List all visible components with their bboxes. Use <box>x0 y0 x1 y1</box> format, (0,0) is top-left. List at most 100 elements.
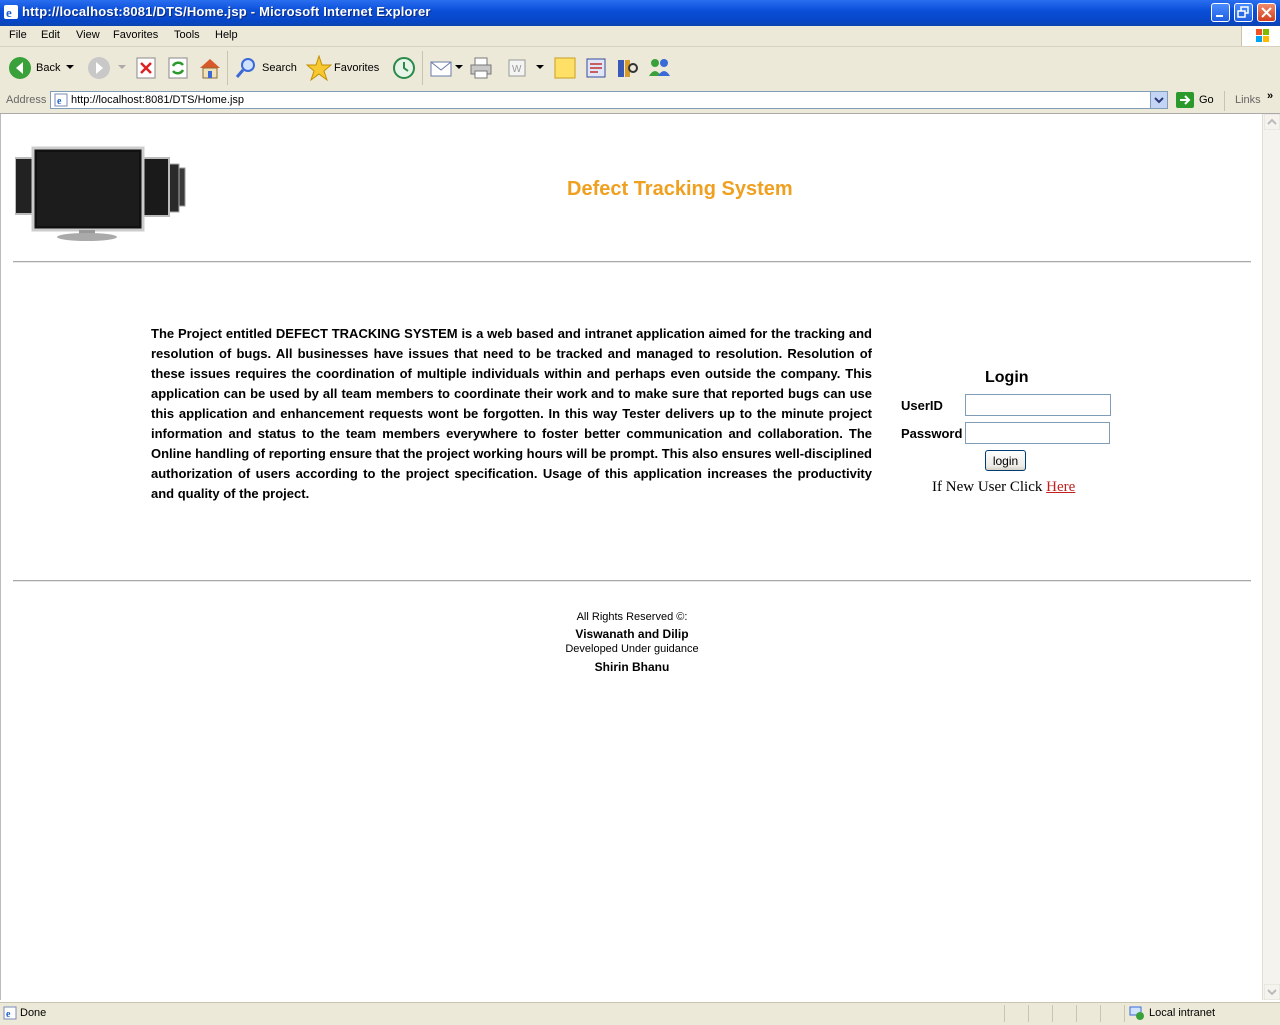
go-label: Go <box>1199 94 1214 106</box>
menu-bar: File Edit View Favorites Tools Help <box>0 26 1280 47</box>
standard-toolbar: Back Search Favorites W <box>0 47 1280 90</box>
intranet-zone-icon <box>1129 1006 1144 1020</box>
toolbar-separator <box>227 51 228 85</box>
footer-guidance: Developed Under guidance <box>565 643 699 655</box>
status-text: Done <box>20 1007 47 1019</box>
back-arrow-icon <box>9 57 31 79</box>
userid-input[interactable] <box>965 394 1111 416</box>
users-button[interactable] <box>647 56 673 83</box>
window-title-bar[interactable]: e http://localhost:8081/DTS/Home.jsp - M… <box>0 0 1280 26</box>
register-here-link[interactable]: Here <box>1046 479 1075 495</box>
page-icon: e <box>54 93 68 107</box>
messenger-button[interactable] <box>584 56 608 83</box>
forward-dropdown-icon[interactable] <box>118 65 126 71</box>
print-button[interactable] <box>469 56 493 83</box>
login-title: Login <box>985 369 1029 386</box>
back-button[interactable] <box>8 56 32 83</box>
history-icon <box>393 57 415 79</box>
favorites-label[interactable]: Favorites <box>334 62 379 74</box>
menu-edit[interactable]: Edit <box>41 29 60 41</box>
books-icon <box>618 60 638 77</box>
status-separator <box>1004 1005 1005 1022</box>
mail-button[interactable] <box>430 57 454 82</box>
favorites-button[interactable] <box>305 54 333 84</box>
header-divider <box>13 261 1251 263</box>
print-icon <box>470 57 492 79</box>
close-icon <box>1261 7 1272 18</box>
window-title: http://localhost:8081/DTS/Home.jsp - Mic… <box>22 4 431 19</box>
menu-help[interactable]: Help <box>215 29 238 41</box>
page-done-icon: e <box>3 1006 17 1020</box>
chevron-down-icon <box>1154 97 1164 104</box>
menu-view[interactable]: View <box>76 29 100 41</box>
footer-rights: All Rights Reserved ©: <box>576 611 688 623</box>
stop-icon <box>136 57 156 79</box>
status-bar: e Done Local intranet <box>0 1002 1280 1025</box>
links-label[interactable]: Links <box>1235 94 1261 106</box>
address-input[interactable]: e http://localhost:8081/DTS/Home.jsp <box>50 91 1168 109</box>
go-button[interactable]: Go <box>1176 92 1214 111</box>
svg-text:e: e <box>6 1009 11 1020</box>
refresh-button[interactable] <box>168 57 188 82</box>
menu-favorites[interactable]: Favorites <box>113 29 158 41</box>
minimize-icon <box>1216 15 1223 17</box>
svg-text:e: e <box>57 96 62 107</box>
page-content: Defect Tracking System The Project entit… <box>0 114 1263 1000</box>
ie-icon: e <box>4 5 18 19</box>
address-dropdown-button[interactable] <box>1150 92 1167 108</box>
new-user-text: If New User Click Here <box>932 479 1075 496</box>
zone-text: Local intranet <box>1149 1007 1216 1019</box>
project-description: The Project entitled DEFECT TRACKING SYS… <box>151 326 872 501</box>
new-user-prompt: If New User Click <box>932 479 1043 495</box>
scroll-up-icon[interactable] <box>1264 114 1280 130</box>
home-button[interactable] <box>198 56 222 83</box>
status-separator <box>1052 1005 1053 1022</box>
address-label: Address <box>6 94 47 106</box>
status-separator <box>1028 1005 1029 1022</box>
footer-guide: Shirin Bhanu <box>594 660 670 674</box>
history-button[interactable] <box>392 56 416 83</box>
edit-button[interactable]: W <box>506 57 528 82</box>
restore-icon <box>1237 6 1249 18</box>
go-arrow-icon <box>1176 92 1194 108</box>
monitors-logo <box>15 146 186 241</box>
forward-button[interactable] <box>87 56 111 83</box>
svg-text:W: W <box>512 64 522 75</box>
search-button[interactable] <box>234 56 258 83</box>
status-separator <box>1124 1005 1125 1022</box>
home-icon <box>200 59 220 79</box>
footer-divider <box>13 580 1251 582</box>
windows-flag-icon <box>1256 29 1269 42</box>
discuss-button[interactable] <box>553 56 577 83</box>
status-separator <box>1100 1005 1101 1022</box>
scroll-down-icon[interactable] <box>1264 984 1280 1000</box>
status-separator <box>1076 1005 1077 1022</box>
login-button[interactable]: login <box>985 450 1026 471</box>
forward-arrow-icon <box>88 57 110 79</box>
chevron-right-icon[interactable]: » <box>1267 90 1273 102</box>
mail-dropdown-icon[interactable] <box>455 65 463 71</box>
restore-button[interactable] <box>1234 3 1253 22</box>
close-button[interactable] <box>1257 3 1276 22</box>
userid-label: UserID <box>901 398 943 413</box>
edit-word-icon: W <box>508 59 526 77</box>
menu-tools[interactable]: Tools <box>174 29 200 41</box>
address-url: http://localhost:8081/DTS/Home.jsp <box>71 94 245 106</box>
minimize-button[interactable] <box>1211 3 1230 22</box>
footer-authors: Viswanath and Dilip <box>575 627 689 641</box>
users-icon <box>649 59 670 76</box>
research-icon <box>586 58 606 78</box>
edit-dropdown-icon[interactable] <box>536 65 544 71</box>
research-button[interactable] <box>615 56 639 83</box>
stop-button[interactable] <box>136 57 156 82</box>
password-input[interactable] <box>965 422 1110 444</box>
menu-file[interactable]: File <box>9 29 27 41</box>
toolbar-separator <box>1224 91 1225 111</box>
vertical-scrollbar[interactable] <box>1262 114 1280 1000</box>
password-label: Password <box>901 426 963 441</box>
back-label[interactable]: Back <box>36 62 60 74</box>
back-dropdown-icon[interactable] <box>66 65 74 71</box>
mail-icon <box>430 61 452 77</box>
search-label[interactable]: Search <box>262 62 297 74</box>
windows-logo <box>1241 26 1280 46</box>
